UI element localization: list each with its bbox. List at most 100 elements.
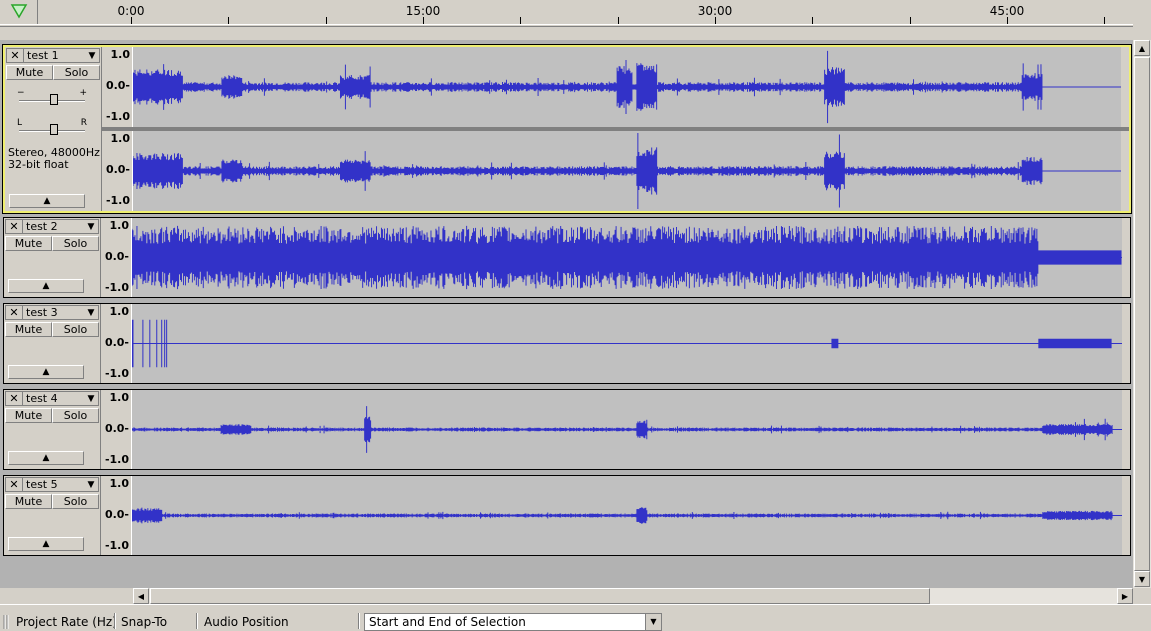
gain-knob[interactable] <box>50 94 58 105</box>
waveform-path <box>133 133 1121 209</box>
collapse-track-button[interactable]: ▲ <box>8 537 84 551</box>
track-test-3[interactable]: ✕ test 3 ▼ Mute Solo ▲ 1.0 0.0- -1.0 <box>3 303 1131 384</box>
track-test-1[interactable]: ✕ test 1 ▼ Mute Solo − + L R Stereo, 480… <box>2 44 1132 214</box>
collapse-track-button[interactable]: ▲ <box>8 279 84 293</box>
gain-slider[interactable]: − + <box>15 88 91 107</box>
track-name-bar[interactable]: ✕ test 2 ▼ <box>5 219 99 234</box>
track-name: test 2 <box>26 220 58 233</box>
waveform[interactable] <box>131 390 1122 469</box>
horizontal-scrollbar[interactable]: ◀ ▶ <box>133 588 1133 604</box>
ruler-minor-tick <box>617 17 619 24</box>
track-name-bar[interactable]: ✕ test 1 ▼ <box>6 48 100 63</box>
vertical-scale-right: 1.0 0.0- -1.0 <box>105 132 130 207</box>
vertical-scale: 1.0 0.0- -1.0 <box>104 391 129 466</box>
mute-button[interactable]: Mute <box>5 408 52 423</box>
waveform[interactable] <box>131 218 1122 297</box>
track-name-bar[interactable]: ✕ test 3 ▼ <box>5 305 99 320</box>
ruler-tick-label: 0:00 <box>117 4 145 18</box>
pan-left-label: L <box>17 118 23 128</box>
scroll-up-icon[interactable]: ▲ <box>1134 40 1150 56</box>
status-divider <box>114 613 116 629</box>
horizontal-scroll-thumb[interactable] <box>150 588 930 604</box>
track-bit-depth: 32-bit float <box>8 158 69 171</box>
solo-button[interactable]: Solo <box>52 494 99 509</box>
vertical-scroll-thumb[interactable] <box>1134 57 1150 571</box>
waveform-path <box>132 507 1122 524</box>
selection-format-dropdown[interactable]: Start and End of Selection ▼ <box>364 613 662 631</box>
vertical-scrollbar[interactable]: ▲ ▼ <box>1133 40 1151 588</box>
close-track-icon[interactable]: ✕ <box>6 220 23 233</box>
track-test-5[interactable]: ✕ test 5 ▼ Mute Solo ▲ 1.0 0.0- -1.0 <box>3 475 1131 556</box>
track-menu-dropdown-icon[interactable]: ▼ <box>84 220 98 233</box>
pan-slider[interactable]: L R <box>15 118 91 137</box>
ruler-minor-tick <box>228 17 230 24</box>
waveform-right-channel[interactable] <box>132 131 1121 211</box>
ruler-major-tick <box>1007 17 1008 24</box>
status-bar: Project Rate (Hz) Snap-To Audio Position… <box>0 604 1151 631</box>
gain-minus-label: − <box>17 88 25 98</box>
ruler-minor-tick <box>520 17 522 24</box>
ruler-minor-tick <box>325 17 327 24</box>
mute-button[interactable]: Mute <box>5 236 52 251</box>
track-name-bar[interactable]: ✕ test 5 ▼ <box>5 477 99 492</box>
track-control-panel: ✕ test 2 ▼ Mute Solo ▲ <box>4 218 101 297</box>
ruler-major-tick <box>423 17 424 24</box>
pan-right-label: R <box>80 118 87 128</box>
status-divider <box>196 613 198 629</box>
gain-plus-label: + <box>79 88 87 98</box>
solo-button[interactable]: Solo <box>53 65 100 80</box>
collapse-track-button[interactable]: ▲ <box>9 194 85 208</box>
ruler-tick-label: 30:00 <box>697 4 733 18</box>
track-test-4[interactable]: ✕ test 4 ▼ Mute Solo ▲ 1.0 0.0- -1.0 <box>3 389 1131 470</box>
ruler-ticks: 0:00 15:00 30:00 45:00 <box>0 0 1133 24</box>
track-menu-dropdown-icon[interactable]: ▼ <box>84 392 98 405</box>
track-menu-dropdown-icon[interactable]: ▼ <box>85 49 99 62</box>
scroll-right-icon[interactable]: ▶ <box>1117 588 1133 604</box>
ruler-tick-label: 45:00 <box>989 4 1025 18</box>
timeline-ruler[interactable]: 0:00 15:00 30:00 45:00 <box>0 0 1133 39</box>
close-track-icon[interactable]: ✕ <box>6 306 23 319</box>
project-rate-label: Project Rate (Hz) <box>16 615 117 629</box>
ruler-separator <box>0 26 1133 39</box>
waveform-left-channel[interactable] <box>132 47 1121 127</box>
track-menu-dropdown-icon[interactable]: ▼ <box>84 478 98 491</box>
waveform-path <box>132 225 1122 290</box>
waveform[interactable] <box>131 304 1122 383</box>
vertical-scale: 1.0 0.0- -1.0 <box>105 48 130 123</box>
selection-format-value: Start and End of Selection <box>369 615 526 629</box>
track-name: test 5 <box>26 478 58 491</box>
track-name: test 4 <box>26 392 58 405</box>
close-track-icon[interactable]: ✕ <box>6 392 23 405</box>
vertical-scale: 1.0 0.0- -1.0 <box>104 219 129 294</box>
track-test-2[interactable]: ✕ test 2 ▼ Mute Solo ▲ 1.0 0.0- -1.0 <box>3 217 1131 298</box>
close-track-icon[interactable]: ✕ <box>6 478 23 491</box>
mute-button[interactable]: Mute <box>5 494 52 509</box>
waveform-path <box>133 50 1121 124</box>
track-menu-dropdown-icon[interactable]: ▼ <box>84 306 98 319</box>
snap-to-label: Snap-To <box>121 615 168 629</box>
ruler-minor-tick <box>1104 17 1106 24</box>
collapse-track-button[interactable]: ▲ <box>8 451 84 465</box>
waveform-path <box>132 406 1122 453</box>
waveform[interactable] <box>131 476 1122 555</box>
track-control-panel: ✕ test 3 ▼ Mute Solo ▲ <box>4 304 101 383</box>
toolbar-grip-icon[interactable] <box>3 615 9 629</box>
solo-button[interactable]: Solo <box>52 322 99 337</box>
solo-button[interactable]: Solo <box>52 236 99 251</box>
ruler-strip[interactable]: 0:00 15:00 30:00 45:00 <box>0 0 1133 25</box>
scroll-left-icon[interactable]: ◀ <box>133 588 149 604</box>
scroll-down-icon[interactable]: ▼ <box>1134 571 1150 587</box>
track-control-panel: ✕ test 4 ▼ Mute Solo ▲ <box>4 390 101 469</box>
pan-knob[interactable] <box>50 124 58 135</box>
track-control-panel: ✕ test 1 ▼ Mute Solo − + L R Stereo, 480… <box>5 47 102 211</box>
ruler-major-tick <box>715 17 716 24</box>
collapse-track-button[interactable]: ▲ <box>8 365 84 379</box>
solo-button[interactable]: Solo <box>52 408 99 423</box>
mute-button[interactable]: Mute <box>5 322 52 337</box>
close-track-icon[interactable]: ✕ <box>7 49 24 62</box>
track-format-info: Stereo, 48000Hz 32-bit float <box>8 147 100 171</box>
track-name-bar[interactable]: ✕ test 4 ▼ <box>5 391 99 406</box>
track-panel[interactable]: ✕ test 1 ▼ Mute Solo − + L R Stereo, 480… <box>0 40 1133 588</box>
mute-button[interactable]: Mute <box>6 65 53 80</box>
ruler-major-tick <box>131 17 132 24</box>
